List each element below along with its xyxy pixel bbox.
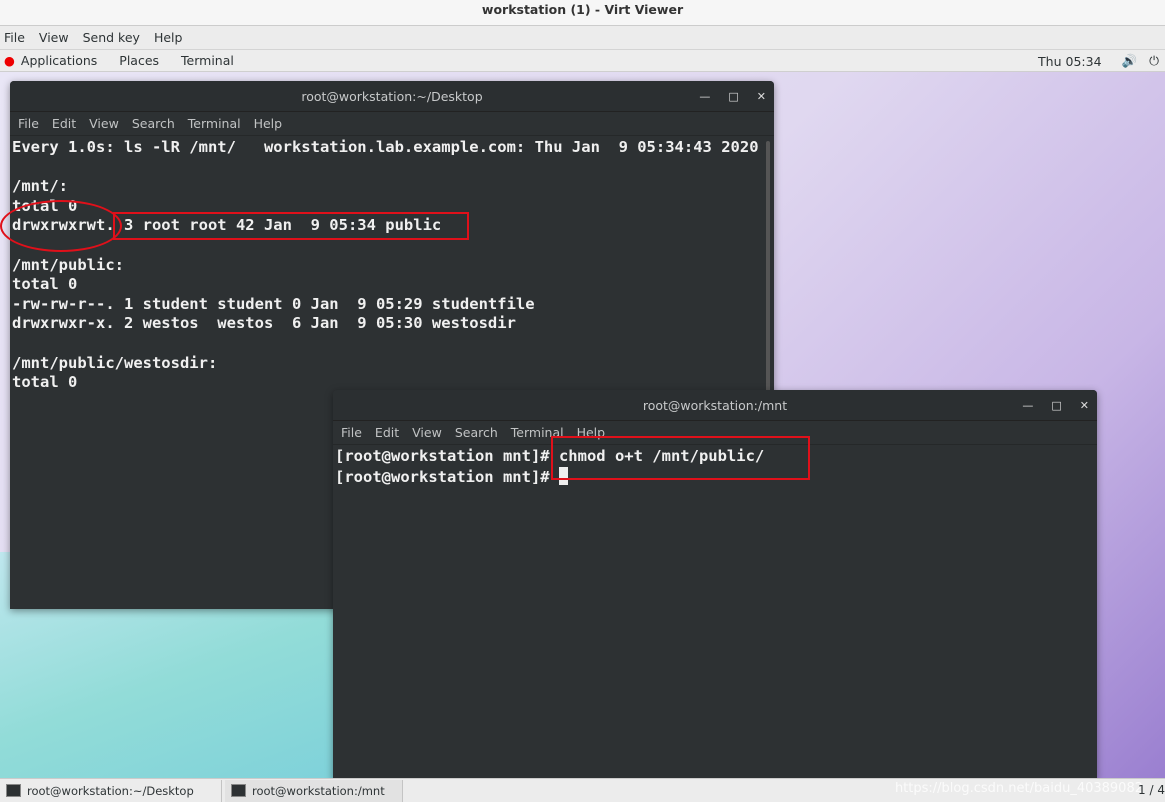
menu-file[interactable]: File: [341, 425, 362, 440]
taskbar-item-desktop-terminal[interactable]: root@workstation:~/Desktop: [0, 779, 222, 802]
minimize-icon[interactable]: —: [1022, 390, 1033, 421]
close-icon[interactable]: ✕: [757, 81, 766, 112]
power-icon[interactable]: ⏻: [1149, 53, 1159, 69]
menu-send-key[interactable]: Send key: [79, 30, 144, 45]
prompt-line: [root@workstation mnt]#: [335, 467, 559, 486]
menu-file[interactable]: File: [18, 116, 39, 131]
highlight-box-command: [551, 436, 810, 480]
menu-help[interactable]: Help: [254, 116, 283, 131]
terminal-title: root@workstation:~/Desktop: [301, 89, 483, 104]
close-icon[interactable]: ✕: [1080, 390, 1089, 421]
terminal-output[interactable]: Every 1.0s: ls -lR /mnt/ workstation.lab…: [10, 136, 774, 393]
viewer-menu-bar: File View Send key Help: [0, 26, 1165, 50]
menu-edit[interactable]: Edit: [375, 425, 399, 440]
line: /mnt/public/westosdir:: [12, 353, 218, 372]
highlight-box-permissions: [113, 212, 469, 240]
terminal-icon: [231, 784, 246, 797]
menu-search[interactable]: Search: [132, 116, 175, 131]
window-title: workstation (1) - Virt Viewer: [481, 2, 684, 17]
gnome-top-bar: ● Applications Places Terminal Thu 05:34…: [0, 50, 1165, 72]
taskbar-item-mnt-terminal[interactable]: root@workstation:/mnt: [225, 779, 403, 802]
line: drwxrwxr-x. 2 westos westos 6 Jan 9 05:3…: [12, 314, 516, 333]
workspace-pager[interactable]: 1 / 4: [1138, 783, 1165, 797]
maximize-icon[interactable]: □: [1051, 390, 1061, 421]
line: /mnt/public:: [12, 255, 124, 274]
terminal-app-menu[interactable]: Terminal: [181, 53, 234, 68]
line: -rw-rw-r--. 1 student student 0 Jan 9 05…: [12, 294, 535, 313]
minimize-icon[interactable]: —: [699, 81, 710, 112]
menu-view[interactable]: View: [412, 425, 442, 440]
terminal-menu-bar: File Edit View Search Terminal Help: [10, 112, 774, 136]
line: /mnt/:: [12, 177, 68, 196]
menu-terminal[interactable]: Terminal: [188, 116, 241, 131]
maximize-icon[interactable]: □: [728, 81, 738, 112]
line: Every 1.0s: ls -lR /mnt/ workstation.lab…: [12, 138, 759, 156]
menu-edit[interactable]: Edit: [52, 116, 76, 131]
line: total 0: [12, 275, 78, 294]
terminal-title: root@workstation:/mnt: [642, 398, 788, 413]
taskbar-label: root@workstation:/mnt: [252, 783, 385, 798]
terminal-icon: [6, 784, 21, 797]
menu-view[interactable]: View: [35, 30, 73, 45]
applications-menu[interactable]: Applications: [21, 53, 97, 68]
menu-help[interactable]: Help: [150, 30, 187, 45]
taskbar: root@workstation:~/Desktop root@workstat…: [0, 778, 1165, 802]
line: [12, 334, 774, 354]
menu-view[interactable]: View: [89, 116, 119, 131]
highlight-circle-sticky-bit: [0, 200, 122, 252]
watermark: https://blog.csdn.net/baidu_40389082: [894, 781, 1143, 796]
redhat-icon: ●: [4, 53, 15, 68]
line: [12, 158, 774, 178]
clock[interactable]: Thu 05:34: [1038, 54, 1101, 69]
volume-icon[interactable]: 🔊: [1122, 53, 1138, 69]
menu-file[interactable]: File: [0, 30, 29, 45]
window-title-bar: workstation (1) - Virt Viewer: [0, 0, 1165, 26]
taskbar-label: root@workstation:~/Desktop: [27, 783, 194, 798]
places-menu[interactable]: Places: [119, 53, 159, 68]
menu-search[interactable]: Search: [455, 425, 498, 440]
